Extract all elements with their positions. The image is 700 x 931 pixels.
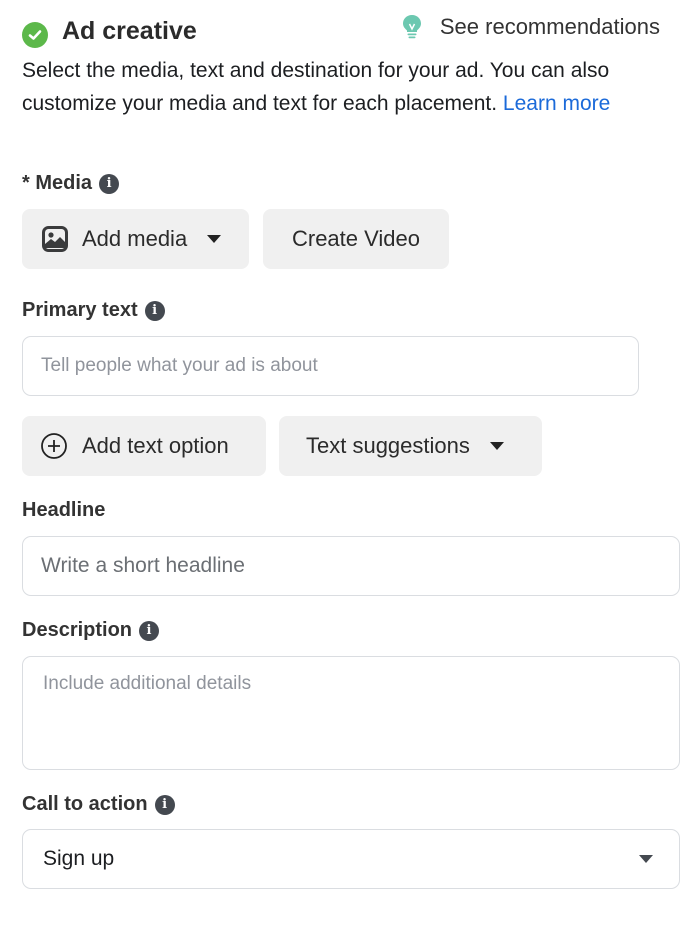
learn-more-link[interactable]: Learn more — [503, 92, 610, 115]
media-label: * Media i — [22, 172, 120, 195]
lightbulb-icon — [402, 14, 422, 40]
required-marker: * — [22, 172, 30, 194]
text-suggestions-label: Text suggestions — [306, 433, 470, 458]
info-icon[interactable]: i — [144, 300, 165, 321]
text-suggestions-dropdown[interactable]: Text suggestions — [279, 416, 542, 476]
headline-label-text: Headline — [22, 499, 106, 521]
description-label: Description i — [22, 619, 160, 642]
see-recommendations-label: See recommendations — [439, 14, 660, 39]
headline-label: Headline — [22, 499, 105, 522]
call-to-action-label-text: Call to action — [22, 793, 148, 815]
info-icon[interactable]: i — [154, 794, 175, 815]
image-icon — [42, 226, 68, 252]
description-label-text: Description — [22, 619, 133, 641]
call-to-action-value: Sign up — [43, 847, 115, 870]
info-icon[interactable]: i — [139, 620, 160, 641]
section-description: Select the media, text and destination f… — [22, 54, 692, 120]
check-circle-icon — [22, 22, 48, 48]
add-media-button[interactable]: Add media — [22, 209, 249, 269]
media-label-text: Media — [35, 172, 93, 194]
add-text-option-button[interactable]: Add text option — [22, 416, 266, 476]
caret-down-icon — [639, 855, 653, 863]
add-text-option-label: Add text option — [82, 433, 229, 458]
primary-text-label: Primary text i — [22, 299, 165, 322]
primary-text-input[interactable]: Tell people what your ad is about — [22, 336, 639, 396]
caret-down-icon — [207, 235, 222, 243]
call-to-action-select[interactable]: Sign up — [22, 829, 680, 889]
see-recommendations-button[interactable]: See recommendations — [402, 14, 660, 40]
create-video-button[interactable]: Create Video — [263, 209, 449, 269]
info-icon[interactable]: i — [99, 173, 120, 194]
headline-input[interactable]: Write a short headline — [22, 536, 680, 596]
add-media-label: Add media — [82, 226, 188, 251]
description-placeholder: Include additional details — [43, 673, 252, 694]
headline-placeholder: Write a short headline — [41, 554, 245, 577]
plus-circle-icon — [40, 432, 68, 460]
description-textarea[interactable]: Include additional details — [22, 656, 680, 770]
primary-text-placeholder: Tell people what your ad is about — [41, 355, 318, 376]
call-to-action-label: Call to action i — [22, 793, 175, 816]
caret-down-icon — [489, 442, 504, 450]
section-title: Ad creative — [62, 17, 197, 45]
primary-text-label-text: Primary text — [22, 299, 138, 321]
section-header: Ad creative See recommendations — [22, 14, 678, 54]
create-video-label: Create Video — [291, 226, 420, 251]
